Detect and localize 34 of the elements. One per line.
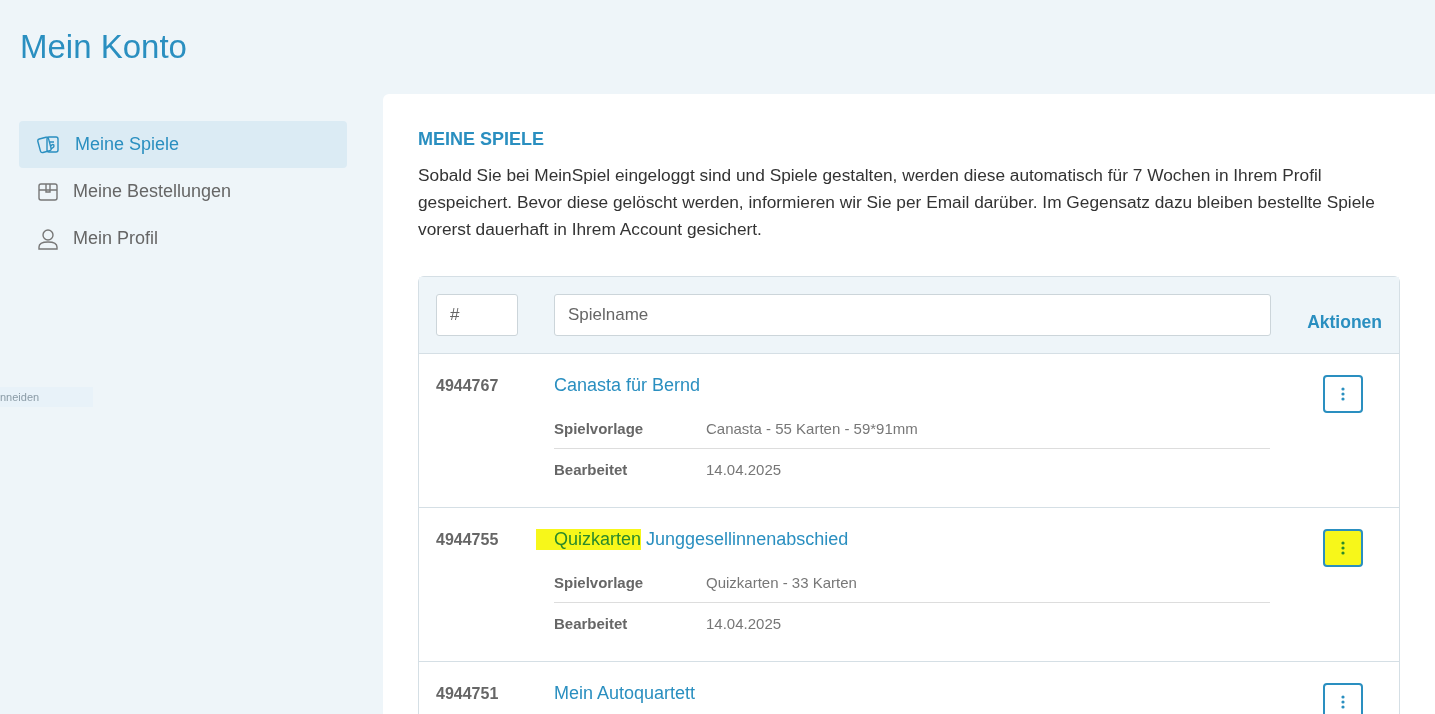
- more-icon: [1341, 695, 1345, 709]
- id-filter-field[interactable]: #: [436, 294, 518, 336]
- detail-value: 14.04.2025: [706, 460, 782, 478]
- game-id: 4944751: [436, 684, 500, 704]
- detail-label: Spielvorlage: [554, 419, 645, 437]
- detail-value: Canasta - 55 Karten - 59*91mm: [706, 419, 918, 437]
- actions-heading: Aktionen: [1307, 311, 1382, 333]
- name-filter-field[interactable]: Spielname: [554, 294, 1272, 336]
- more-menu-button[interactable]: [1323, 529, 1363, 567]
- page-title: Mein Konto: [19, 27, 188, 67]
- more-menu-button[interactable]: [1323, 375, 1363, 413]
- person-icon: [37, 227, 59, 250]
- game-title-link[interactable]: Canasta für Bernd: [554, 375, 701, 396]
- sidebar-item[interactable]: Mein Profil: [19, 215, 347, 262]
- detail-label: Bearbeitet: [554, 460, 629, 478]
- game-title-link[interactable]: Quizkarten: [536, 529, 642, 550]
- game-title-link[interactable]: Mein Autoquartett: [554, 683, 696, 704]
- detail-value: Quizkarten - 33 Karten: [706, 573, 857, 591]
- game-id: 4944767: [436, 376, 500, 396]
- more-menu-button[interactable]: [1323, 683, 1363, 714]
- more-icon: [1341, 541, 1345, 555]
- detail-label: Bearbeitet: [554, 614, 629, 632]
- cards-icon: [37, 134, 61, 155]
- detail-label: Spielvorlage: [554, 573, 645, 591]
- sidebar-item[interactable]: Meine Spiele: [19, 121, 347, 168]
- intro-text: Sobald Sie bei MeinSpiel eingeloggt sind und Spiele gestalten, werden diese automatisch für 7 Wochen in Ihrem Profil gespeichert. Bevor diese gelöscht werden, informieren wir Sie per Email darüber. Im Gegensatz dazu bleiben bestellte Spiele vorerst dauerhaft in Ihrem Account gesichert.: [418, 164, 1376, 241]
- detail-value: 14.04.2025: [706, 614, 782, 632]
- game-title-link[interactable]: Junggesellinnenabschied: [646, 529, 849, 550]
- tooltip-remnant: nneiden: [0, 387, 93, 407]
- more-icon: [1341, 387, 1345, 401]
- game-id: 4944755: [436, 530, 500, 550]
- box-icon: [37, 181, 59, 202]
- sidebar-item[interactable]: Meine Bestellungen: [19, 168, 347, 215]
- section-heading: MEINE SPIELE: [418, 129, 546, 150]
